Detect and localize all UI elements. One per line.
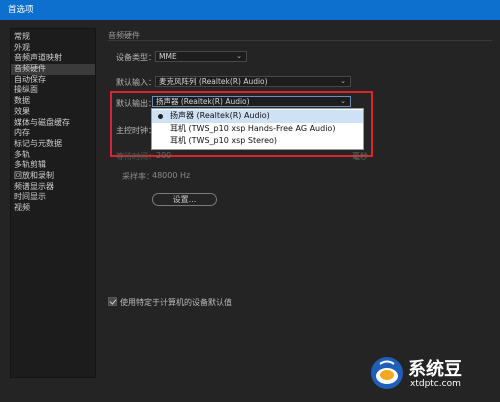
chevron-down-icon: ⌄ (340, 97, 346, 105)
latency-value[interactable]: 200 (156, 151, 171, 160)
chevron-down-icon: ⌄ (340, 77, 346, 85)
use-default-label: 使用特定于计算机的设备默认值 (120, 298, 232, 307)
sidebar-item[interactable]: 多轨 (11, 150, 95, 161)
sidebar-item[interactable]: 音频声道映射 (11, 53, 95, 64)
latency-unit: 毫秒 (352, 152, 368, 161)
sidebar-item[interactable]: 常规 (11, 32, 95, 43)
window-title: 首选项 (8, 5, 34, 15)
selected-dot-icon (158, 114, 163, 119)
sidebar-list: 常规 外观 音频声道映射 音频硬件 自动保存 操纵面 数据 效果 媒体与磁盘缓存 内存 标记与元数据… (11, 32, 95, 214)
output-device-option[interactable]: 耳机 (TWS_p10 xsp Stereo) (152, 135, 363, 148)
sidebar-item[interactable]: 自动保存 (11, 75, 95, 86)
watermark-url: xtdptc.com (410, 379, 461, 389)
sidebar-item[interactable]: 多轨剪辑 (11, 160, 95, 171)
preferences-sidebar: 常规 外观 音频声道映射 音频硬件 自动保存 操纵面 数据 效果 媒体与磁盘缓存 内存 标记与元数据… (10, 28, 96, 378)
section-divider (108, 40, 492, 41)
latency-label: 等待时间： (116, 152, 156, 161)
output-device-option[interactable]: 耳机 (TWS_p10 xsp Hands-Free AG Audio) (152, 123, 363, 136)
sidebar-item[interactable]: 时间显示 (11, 192, 95, 203)
output-device-options: 扬声器 (Realtek(R) Audio) 耳机 (TWS_p10 xsp Ha… (152, 109, 363, 148)
sidebar-item[interactable]: 音频硬件 (11, 64, 95, 75)
sample-rate-label: 采样率： (122, 172, 154, 181)
chevron-down-icon: ⌄ (236, 52, 242, 60)
window-title-bar: 首选项 (0, 0, 500, 20)
option-label: 扬声器 (Realtek(R) Audio) (170, 111, 270, 120)
default-output-label: 默认输出： (116, 99, 156, 108)
watermark-name: 系统豆 (408, 359, 462, 380)
device-type-label: 设备类型： (116, 53, 156, 62)
option-label: 耳机 (TWS_p10 xsp Stereo) (170, 136, 278, 145)
output-device-menu: 扬声器 (Realtek(R) Audio) 耳机 (TWS_p10 xsp Ha… (151, 108, 364, 150)
default-input-value: 麦克风阵列 (Realtek(R) Audio) (159, 77, 268, 86)
sidebar-item[interactable]: 数据 (11, 96, 95, 107)
device-type-dropdown[interactable]: MME ⌄ (155, 51, 247, 62)
sidebar-item[interactable]: 操纵面 (11, 85, 95, 96)
settings-button[interactable]: 设置... (152, 193, 217, 206)
output-device-option[interactable]: 扬声器 (Realtek(R) Audio) (152, 110, 363, 123)
default-output-value: 扬声器 (Realtek(R) Audio) (156, 97, 250, 106)
default-input-dropdown[interactable]: 麦克风阵列 (Realtek(R) Audio) ⌄ (155, 76, 351, 87)
default-output-dropdown[interactable]: 扬声器 (Realtek(R) Audio) ⌄ (152, 96, 351, 107)
sidebar-item[interactable]: 内存 (11, 128, 95, 139)
sidebar-item[interactable]: 效果 (11, 107, 95, 118)
default-input-label: 默认输入： (116, 78, 156, 87)
device-type-value: MME (159, 52, 177, 61)
sidebar-item[interactable]: 媒体与磁盘缓存 (11, 118, 95, 129)
use-default-checkbox[interactable] (108, 297, 117, 306)
sidebar-item[interactable]: 视频 (11, 203, 95, 214)
sidebar-item[interactable]: 外观 (11, 43, 95, 54)
watermark-logo-icon (371, 357, 403, 389)
option-label: 耳机 (TWS_p10 xsp Hands-Free AG Audio) (170, 123, 336, 133)
sidebar-item[interactable]: 频谱显示器 (11, 182, 95, 193)
sample-rate-value: 48000 Hz (152, 171, 191, 180)
watermark: 系统豆 xtdptc.com (370, 352, 498, 398)
sidebar-item[interactable]: 回放和录制 (11, 171, 95, 182)
sidebar-item[interactable]: 标记与元数据 (11, 139, 95, 150)
master-clock-label: 主控时钟： (116, 126, 156, 135)
